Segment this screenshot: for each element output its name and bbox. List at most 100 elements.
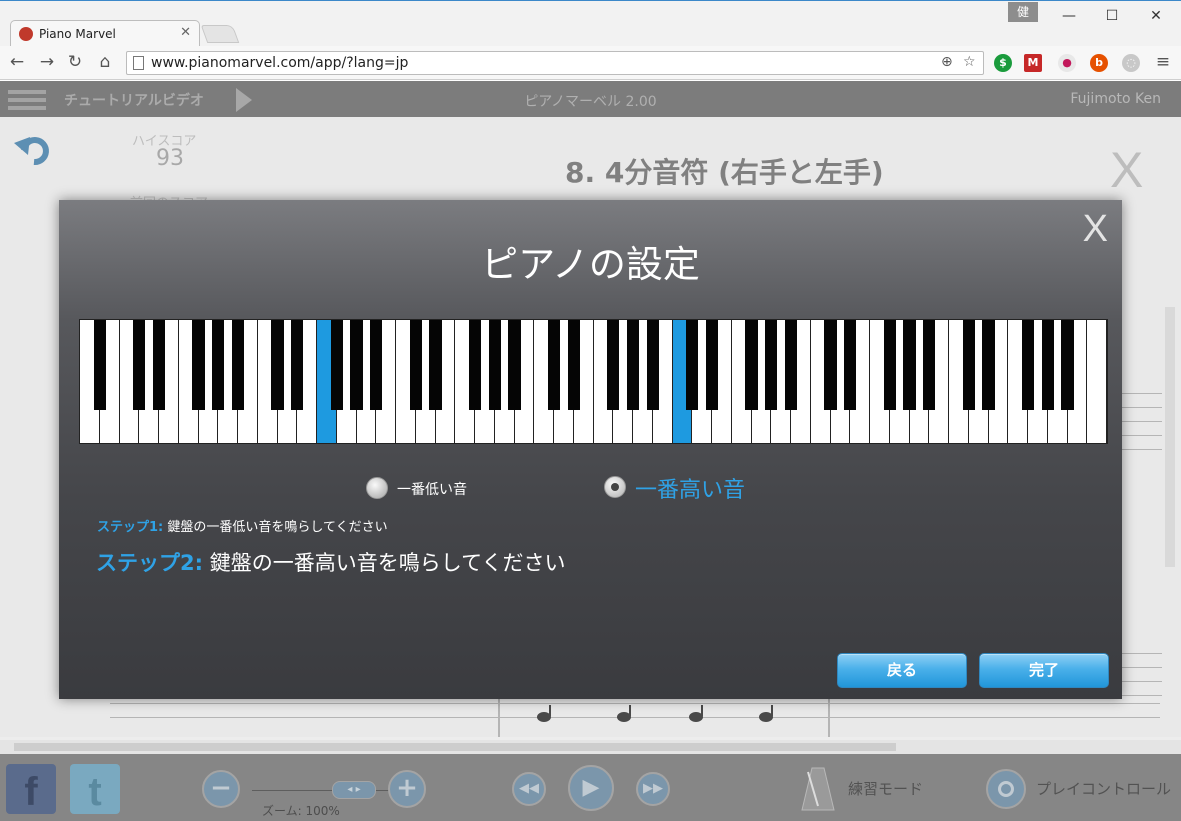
black-key[interactable] [824,320,837,410]
browser-menu-icon[interactable]: ≡ [1152,52,1174,72]
black-key[interactable] [291,320,304,410]
black-key[interactable] [409,320,422,410]
staff-line [1122,681,1162,682]
back-button[interactable]: 戻る [837,653,967,688]
step-1-instruction: ステップ1: 鍵盤の一番低い音を鳴らしてください [97,516,388,535]
black-key[interactable] [429,320,442,410]
black-key[interactable] [982,320,995,410]
profile-badge[interactable]: 健 [1008,2,1038,22]
black-key[interactable] [686,320,699,410]
black-key[interactable] [547,320,561,410]
black-key[interactable] [844,320,857,410]
piano-keyboard[interactable] [79,319,1108,444]
play-control-label[interactable]: プレイコントロール [1036,778,1171,799]
horizontal-scrollbar[interactable] [0,740,1181,754]
dialog-close-icon[interactable]: X [1083,208,1108,251]
page-icon [133,56,144,70]
black-key[interactable] [93,320,106,410]
quarter-notes-icon [537,705,773,722]
extension-flickr-icon[interactable]: ● [1058,54,1076,72]
black-key[interactable] [330,320,343,410]
play-icon[interactable]: ▶ [568,765,614,811]
black-key[interactable] [508,320,521,410]
metronome-icon[interactable] [800,766,836,812]
facebook-icon[interactable]: f [6,764,56,814]
extension-b-icon[interactable]: b [1090,54,1108,72]
url-text[interactable]: www.pianomarvel.com/app/?lang=jp [151,55,408,71]
staff-line [1122,449,1162,450]
radio-highest-note[interactable] [604,476,626,498]
play-control-icon[interactable] [986,769,1026,809]
staff-line [1122,393,1162,394]
home-icon[interactable]: ⌂ [94,52,116,72]
black-key[interactable] [350,320,363,410]
back-arrow-icon[interactable]: ← [6,52,28,72]
black-key[interactable] [607,320,620,410]
black-key[interactable] [212,320,225,410]
black-key[interactable] [903,320,916,410]
twitter-icon[interactable]: t [70,764,120,814]
vertical-scrollbar[interactable] [1165,307,1175,567]
radio-highest-note-label[interactable]: 一番高い音 [635,472,745,504]
bottom-control-bar: f t − ◂ ▸ + ズーム: 100% ◀◀ ▶ ▶▶ 練習モード プレイコ… [0,754,1181,821]
step-2-instruction: ステップ2: 鍵盤の一番高い音を鳴らしてください [96,547,565,577]
radio-lowest-note[interactable] [366,477,388,499]
white-key[interactable] [1087,320,1107,443]
black-key[interactable] [765,320,778,410]
piano-marvel-favicon-icon [19,27,33,41]
black-key[interactable] [705,320,719,410]
zoom-in-button[interactable]: + [388,770,426,808]
black-key[interactable] [745,320,758,410]
reload-icon[interactable]: ↻ [64,52,86,72]
user-name[interactable]: Fujimoto Ken [1070,91,1161,107]
bookmark-star-icon[interactable]: ☆ [963,54,976,70]
staff-line [1122,421,1162,422]
extension-globe-icon[interactable]: ◌ [1122,54,1140,72]
window-close-icon[interactable]: ✕ [1141,5,1171,27]
fast-forward-icon[interactable]: ▶▶ [636,772,670,806]
address-bar[interactable]: www.pianomarvel.com/app/?lang=jp ⊕ ☆ [126,51,984,75]
black-key[interactable] [488,320,501,410]
black-key[interactable] [1021,320,1035,410]
tab-close-icon[interactable]: ✕ [180,25,191,40]
practice-mode-label[interactable]: 練習モード [848,778,923,799]
step-2-label: ステップ2: [96,551,204,575]
radio-lowest-note-label[interactable]: 一番低い音 [397,479,467,499]
black-key[interactable] [1041,320,1054,410]
minimize-icon[interactable]: — [1054,5,1084,27]
zoom-icon[interactable]: ⊕ [941,54,953,70]
black-key[interactable] [626,320,640,410]
black-key[interactable] [883,320,896,410]
black-key[interactable] [231,320,245,410]
scrollbar-thumb[interactable] [14,743,896,751]
zoom-out-button[interactable]: − [202,770,240,808]
staff-line [1122,435,1162,436]
zoom-slider-thumb[interactable]: ◂ ▸ [332,781,376,799]
black-key[interactable] [646,320,659,410]
black-key[interactable] [567,320,580,410]
black-key[interactable] [192,320,205,410]
staff-line [1122,667,1162,668]
black-key[interactable] [271,320,284,410]
black-key[interactable] [1061,320,1074,410]
new-tab-button[interactable] [200,25,240,43]
rewind-icon[interactable]: ◀◀ [512,772,546,806]
black-key[interactable] [923,320,936,410]
bar-line [498,699,500,737]
browser-tab[interactable]: Piano Marvel ✕ [10,20,200,47]
black-key[interactable] [133,320,146,410]
forward-arrow-icon[interactable]: → [36,52,58,72]
done-button[interactable]: 完了 [979,653,1109,688]
black-key[interactable] [468,320,482,410]
black-key[interactable] [370,320,383,410]
extension-dollar-icon[interactable]: $ [994,54,1012,72]
tab-title: Piano Marvel [39,27,116,41]
black-key[interactable] [152,320,166,410]
undo-icon[interactable] [14,133,54,167]
black-key[interactable] [784,320,798,410]
lesson-close-icon[interactable]: X [1110,141,1143,199]
black-key[interactable] [962,320,975,410]
extension-gmail-icon[interactable]: M [1024,54,1042,72]
staff-line [1122,695,1162,696]
maximize-icon[interactable]: ☐ [1097,5,1127,27]
